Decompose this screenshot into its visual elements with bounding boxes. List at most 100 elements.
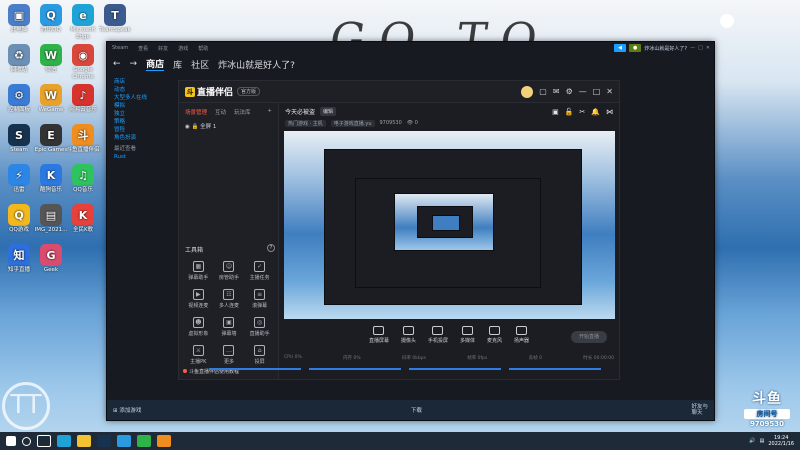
tool-item[interactable]: ▦ 弹幕助手 — [183, 261, 214, 281]
close-icon[interactable]: ✕ — [606, 87, 613, 96]
side-link[interactable]: 大型多人在线 — [114, 94, 177, 102]
wechat-taskbar-icon[interactable] — [137, 435, 151, 447]
desktop-icon[interactable]: W WeGame — [34, 84, 68, 114]
add-scene-icon[interactable]: + — [267, 108, 272, 116]
lock-icon[interactable]: 🔒 — [192, 124, 199, 130]
tab-interact[interactable]: 互动 — [215, 108, 226, 116]
friends-chat-button[interactable]: 好友与 聊天 — [691, 404, 708, 416]
minimize-icon[interactable]: — — [690, 45, 695, 51]
source-control-button[interactable]: 直播屏幕 — [369, 326, 389, 344]
search-icon[interactable] — [22, 436, 31, 446]
desktop-icon[interactable]: Q 腾讯QQ — [34, 4, 68, 34]
side-recent[interactable]: Rust — [114, 153, 177, 161]
scene-item[interactable]: ◉ 🔒 全屏 1 — [179, 119, 278, 133]
network-icon[interactable]: ▤ — [760, 438, 765, 444]
side-link[interactable]: 冒险 — [114, 126, 177, 134]
broadcast-icon[interactable]: ◀ — [614, 44, 627, 52]
desktop-icon[interactable]: K 酷狗音乐 — [34, 164, 68, 194]
notification-badge[interactable]: ● — [629, 44, 642, 52]
desktop-icon[interactable]: ◉ Google Chrome — [66, 44, 100, 81]
desktop-icon[interactable]: T TeamSpeak — [98, 4, 132, 34]
desktop-icon[interactable]: ♻ 回收站 — [2, 44, 36, 74]
minimize-icon[interactable]: — — [579, 87, 587, 96]
add-game-button[interactable]: ⊞ 添加游戏 — [113, 406, 141, 414]
edge-taskbar-icon[interactable] — [57, 435, 71, 447]
menu-view[interactable]: 查看 — [138, 45, 148, 52]
desktop-icon[interactable]: ⚙ 控制面板 — [2, 84, 36, 114]
side-link[interactable]: 独立 — [114, 110, 177, 118]
nav-community[interactable]: 社区 — [191, 58, 209, 71]
side-link[interactable]: 模拟 — [114, 102, 177, 110]
steam-taskbar-icon[interactable] — [97, 435, 111, 447]
desktop-icon[interactable]: ♪ 网易云音乐 — [66, 84, 100, 114]
start-live-button[interactable]: 开始直播 — [571, 331, 607, 343]
nav-library[interactable]: 库 — [173, 58, 182, 71]
category-label[interactable]: 热门游戏 · 主机 — [285, 120, 326, 127]
tab-playlib[interactable]: 玩法库 — [234, 108, 251, 116]
menu-steam[interactable]: Steam — [112, 45, 128, 51]
source-control-button[interactable]: 摄像头 — [401, 326, 416, 344]
bell-icon[interactable]: 🔔 — [591, 108, 600, 116]
maximize-icon[interactable]: □ — [698, 45, 703, 51]
tool-item[interactable]: ⌂ 投屏 — [244, 345, 275, 365]
nav-user[interactable]: 炸冰山就是好人了? — [218, 58, 295, 71]
record-icon[interactable]: ▣ — [552, 108, 559, 116]
desktop-icon[interactable]: ♫ QQ音乐 — [66, 164, 100, 194]
source-control-button[interactable]: 扬声器 — [514, 326, 529, 344]
qq-taskbar-icon[interactable] — [117, 435, 131, 447]
source-control-button[interactable]: 麦克风 — [487, 326, 502, 344]
clip-icon[interactable]: ✂ — [579, 108, 585, 116]
desktop-icon[interactable]: G Geek — [34, 244, 68, 274]
side-link[interactable]: 动态 — [114, 86, 177, 94]
desktop-icon[interactable]: 知知乎直播 — [2, 244, 36, 274]
desktop-icon[interactable]: ⚡ 迅雷 — [2, 164, 36, 194]
back-icon[interactable]: ← — [113, 59, 121, 69]
tool-item[interactable]: ☻ 虚拟形象 — [183, 317, 214, 337]
desktop-icon[interactable]: K 全民K歌 — [66, 204, 100, 234]
douyu-taskbar-icon[interactable] — [157, 435, 171, 447]
forward-icon[interactable]: → — [130, 59, 138, 69]
stream-preview[interactable] — [284, 131, 615, 319]
task-view-icon[interactable] — [37, 435, 51, 447]
close-icon[interactable]: ✕ — [706, 45, 710, 51]
source-control-button[interactable]: 手机投屏 — [428, 326, 448, 344]
menu-games[interactable]: 游戏 — [178, 45, 188, 52]
desktop-icon[interactable]: S Steam — [2, 124, 36, 154]
help-icon[interactable]: ? — [267, 244, 275, 252]
tool-item[interactable]: ☺ 房管助手 — [214, 261, 245, 281]
clock[interactable]: 19:24 2022/1/16 — [768, 435, 794, 447]
side-link[interactable]: 商店 — [114, 78, 177, 86]
share-icon[interactable]: ⋈ — [606, 108, 613, 116]
eye-icon[interactable]: ◉ — [185, 124, 190, 130]
desktop-icon[interactable]: E Epic Games — [34, 124, 68, 154]
unlock-icon[interactable]: 🔓 — [565, 108, 574, 116]
volume-icon[interactable]: 🔊 — [749, 438, 755, 444]
steam-user-name[interactable]: 炸冰山就是好人了? — [644, 45, 687, 52]
edit-title-button[interactable]: 编辑 — [320, 107, 337, 116]
menu-help[interactable]: 帮助 — [198, 45, 208, 52]
tab-scene-manage[interactable]: 场景管理 — [185, 108, 207, 116]
settings-icon[interactable]: ⚙ — [566, 87, 573, 96]
tool-item[interactable]: ≡ 滚弹幕 — [244, 289, 275, 309]
side-link[interactable]: 策略 — [114, 118, 177, 126]
desktop-icon[interactable]: 斗斗鱼直播伴侣 — [66, 124, 100, 154]
message-icon[interactable]: ✉ — [553, 87, 560, 96]
tool-item[interactable]: ▶ 视频连麦 — [183, 289, 214, 309]
tool-item[interactable]: ✓ 主播任务 — [244, 261, 275, 281]
skin-icon[interactable]: ▢ — [539, 87, 547, 96]
nav-store[interactable]: 商店 — [146, 57, 165, 71]
maximize-icon[interactable]: □ — [593, 87, 601, 96]
tool-item[interactable]: … 更多 — [214, 345, 245, 365]
menu-friends[interactable]: 好友 — [158, 45, 168, 52]
tool-item[interactable]: ◎ 直播助手 — [244, 317, 275, 337]
side-link[interactable]: 角色扮演 — [114, 134, 177, 142]
source-control-button[interactable]: 多媒体 — [460, 326, 475, 344]
tool-item[interactable]: ▣ 弹幕墙 — [214, 317, 245, 337]
desktop-icon[interactable]: ▣ 此电脑 — [2, 4, 36, 34]
desktop-icon[interactable]: e Microsoft Edge — [66, 4, 100, 41]
tool-item[interactable]: ⚔ 主播PK — [183, 345, 214, 365]
desktop-icon[interactable]: W 微信 — [34, 44, 68, 74]
explorer-taskbar-icon[interactable] — [77, 435, 91, 447]
downloads-button[interactable]: 下载 — [411, 406, 422, 414]
desktop-icon[interactable]: Q QQ游戏 — [2, 204, 36, 234]
